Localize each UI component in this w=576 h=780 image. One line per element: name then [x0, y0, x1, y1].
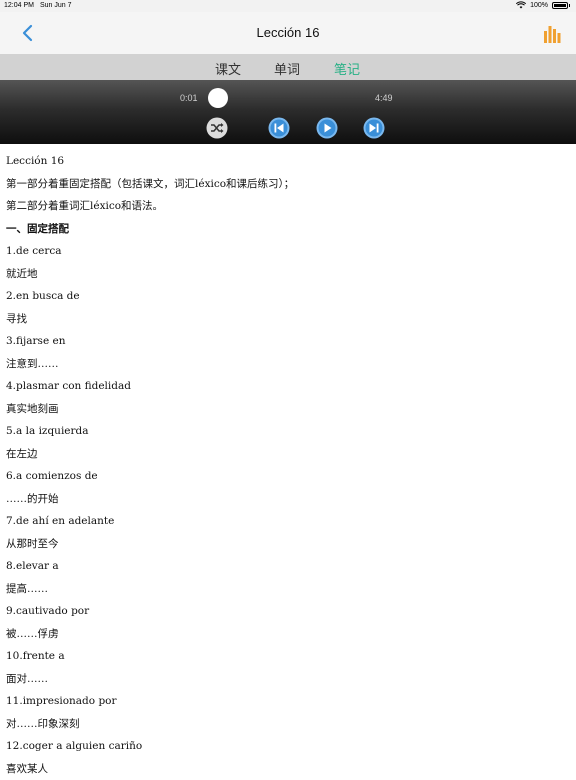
note-line: 11.impresionado por	[6, 690, 576, 713]
previous-icon[interactable]	[268, 117, 290, 139]
note-line: 对……印象深刻	[6, 713, 576, 736]
note-line: 提高……	[6, 578, 576, 601]
status-right: 100%	[516, 1, 570, 9]
progress-track[interactable]	[207, 98, 367, 100]
note-line: 被……俘虏	[6, 623, 576, 646]
status-bar: 12:04 PM Sun Jun 7 100%	[0, 0, 576, 12]
note-line: 就近地	[6, 263, 576, 286]
note-line: 5.a la izquierda	[6, 420, 576, 443]
page-title: Lección 16	[0, 25, 576, 40]
current-time: 0:01	[180, 93, 198, 103]
note-line: 8.elevar a	[6, 555, 576, 578]
note-line: 10.frente a	[6, 645, 576, 668]
note-line: Lección 16	[6, 150, 576, 173]
wifi-icon	[516, 1, 526, 9]
note-line: 6.a comienzos de	[6, 465, 576, 488]
note-line: 面对……	[6, 668, 576, 691]
tab-words[interactable]: 单词	[274, 59, 300, 78]
battery-icon	[552, 2, 568, 9]
note-line: ……的开始	[6, 488, 576, 511]
note-line: 注意到……	[6, 353, 576, 376]
note-line: 第二部分着重词汇léxico和语法。	[6, 195, 576, 218]
shuffle-icon[interactable]	[206, 117, 228, 139]
notes-content: Lección 16第一部分着重固定搭配（包括课文，词汇léxico和课后练习）…	[0, 150, 576, 780]
note-line: 第一部分着重固定搭配（包括课文，词汇léxico和课后练习）；	[6, 173, 576, 196]
navigation-bar: Lección 16	[0, 12, 576, 54]
note-line: 2.en busca de	[6, 285, 576, 308]
audio-player: 0:01 4:49	[0, 80, 576, 144]
note-line: 12.coger a alguien cariño	[6, 735, 576, 758]
tab-text[interactable]: 课文	[215, 59, 241, 78]
progress-thumb[interactable]	[208, 88, 228, 108]
note-line: 7.de ahí en adelante	[6, 510, 576, 533]
battery-tip	[569, 4, 570, 7]
note-line: 1.de cerca	[6, 240, 576, 263]
status-time: 12:04 PM	[4, 2, 34, 9]
note-line: 真实地刻画	[6, 398, 576, 421]
note-line: 寻找	[6, 308, 576, 331]
note-line: 喜欢某人	[6, 758, 576, 780]
tab-bar: 课文 单词 笔记	[0, 54, 576, 80]
bar-chart-icon[interactable]	[542, 24, 562, 44]
next-icon[interactable]	[363, 117, 385, 139]
battery-percent: 100%	[530, 2, 548, 9]
note-line: 在左边	[6, 443, 576, 466]
total-time: 4:49	[375, 93, 393, 103]
section-heading: 一、固定搭配	[6, 218, 576, 241]
note-line: 9.cautivado por	[6, 600, 576, 623]
tab-notes[interactable]: 笔记	[334, 59, 360, 78]
note-line: 从那时至今	[6, 533, 576, 556]
note-line: 3.fijarse en	[6, 330, 576, 353]
status-date: Sun Jun 7	[40, 2, 72, 9]
note-line: 4.plasmar con fidelidad	[6, 375, 576, 398]
play-icon[interactable]	[316, 117, 338, 139]
